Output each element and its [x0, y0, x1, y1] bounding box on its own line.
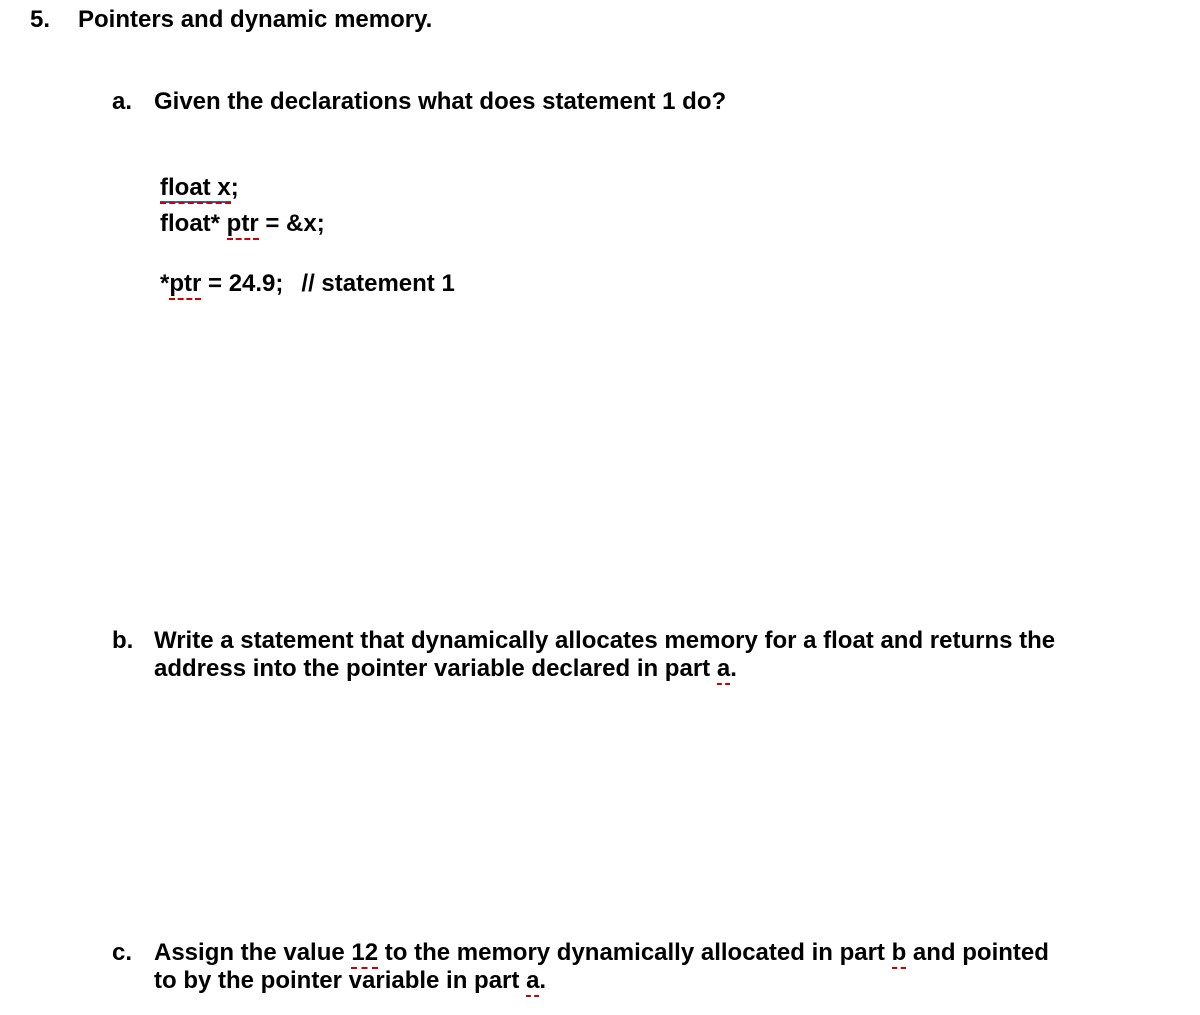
code-line-3: *ptr = 24.9;// statement 1: [160, 266, 1180, 302]
part-b: b. Write a statement that dynamically al…: [112, 627, 1180, 683]
part-b-prompt: Write a statement that dynamically alloc…: [154, 627, 1180, 683]
question-title: Pointers and dynamic memory.: [78, 6, 432, 34]
part-c-prompt: Assign the value 12 to the memory dynami…: [154, 939, 1180, 995]
part-b-letter: b.: [112, 627, 140, 655]
part-c: c. Assign the value 12 to the memory dyn…: [112, 939, 1180, 995]
part-a-prompt: Given the declarations what does stateme…: [154, 88, 726, 115]
code-comment: // statement 1: [301, 270, 454, 297]
part-c-letter: c.: [112, 939, 140, 967]
code-line-2: float* ptr = &x;: [160, 206, 1180, 242]
question-number: 5.: [30, 6, 64, 34]
part-a-letter: a.: [112, 88, 140, 116]
part-a: a. Given the declarations what does stat…: [112, 88, 1180, 116]
code-block: float x; float* ptr = &x; *ptr = 24.9;//…: [160, 170, 1180, 302]
code-line-1: float x;: [160, 170, 1180, 206]
question-5: 5. Pointers and dynamic memory.: [30, 6, 1180, 34]
